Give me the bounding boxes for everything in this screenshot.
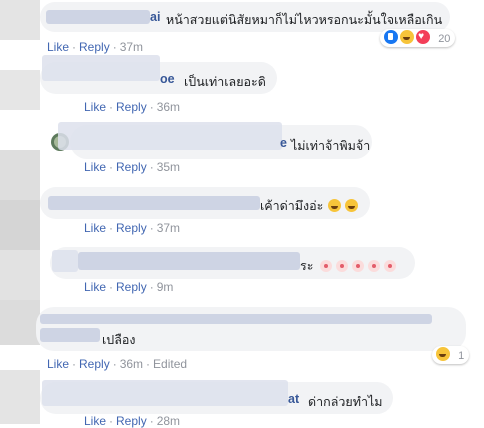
blurred-name [42, 55, 160, 81]
separator: · [109, 414, 114, 428]
separator: · [149, 414, 154, 428]
comment-text: เค้าด่ามึงอ่ะ [260, 196, 359, 216]
comment-text-body: เค้าด่ามึงอ่ะ [260, 199, 324, 213]
blurred-name [48, 196, 260, 210]
sakura-emoji-icon [384, 260, 397, 272]
like-link[interactable]: Like [84, 280, 106, 294]
blurred-name [78, 252, 300, 270]
separator: · [72, 40, 77, 54]
separator: · [112, 357, 117, 371]
timestamp[interactable]: 36m [120, 357, 143, 371]
reply-link[interactable]: Reply [116, 160, 147, 174]
reply-link[interactable]: Reply [116, 221, 147, 235]
comment-text-body: ระ [300, 259, 314, 273]
comment-text: หน้าสวยแต่นิสัยหมาก็ไม่ไหวหรอกนะมั้นใจเห… [166, 13, 443, 27]
blurred-name [46, 10, 150, 24]
comment-text: ระ [300, 256, 400, 276]
comment-actions: Like · Reply · 37m [84, 221, 180, 235]
reply-link[interactable]: Reply [116, 414, 147, 428]
separator: · [109, 221, 114, 235]
comment-actions: Like · Reply · 37m [47, 40, 143, 54]
avatar-strip [0, 0, 40, 424]
separator: · [109, 100, 114, 114]
separator: · [109, 280, 114, 294]
separator: · [149, 280, 154, 294]
separator: · [149, 221, 154, 235]
reply-link[interactable]: Reply [116, 100, 147, 114]
like-reaction-icon [383, 29, 399, 45]
like-link[interactable]: Like [47, 40, 69, 54]
like-link[interactable]: Like [47, 357, 69, 371]
like-link[interactable]: Like [84, 221, 106, 235]
sakura-emoji-icon [352, 260, 365, 272]
reaction-summary[interactable]: 20 [380, 28, 456, 47]
haha-reaction-icon [399, 29, 416, 45]
sakura-emoji-icon [368, 260, 381, 272]
separator: · [146, 357, 151, 371]
rofl-emoji-icon [327, 199, 341, 212]
separator: · [149, 100, 154, 114]
commenter-name[interactable]: at [288, 392, 299, 406]
reaction-summary[interactable]: 1 [432, 346, 470, 364]
haha-reaction-icon [435, 346, 451, 362]
timestamp[interactable]: 28m [157, 414, 180, 428]
separator: · [72, 357, 77, 371]
edited-label: Edited [153, 357, 188, 371]
comment-text: เป็นเท่าเลยอะดิ [184, 75, 266, 89]
timestamp[interactable]: 9m [157, 280, 174, 294]
commenter-name[interactable]: ai [150, 10, 160, 24]
blurred-name [40, 314, 432, 324]
timestamp[interactable]: 37m [157, 221, 180, 235]
reaction-count: 20 [438, 33, 451, 45]
timestamp[interactable]: 37m [120, 40, 143, 54]
timestamp[interactable]: 36m [157, 100, 180, 114]
love-reaction-icon [415, 28, 432, 46]
commenter-name[interactable]: e [280, 136, 287, 150]
like-link[interactable]: Like [84, 100, 106, 114]
blurred-name [42, 380, 288, 406]
reply-link[interactable]: Reply [116, 280, 147, 294]
reply-link[interactable]: Reply [79, 40, 110, 54]
timestamp[interactable]: 35m [157, 160, 180, 174]
reaction-count: 1 [458, 350, 465, 362]
separator: · [112, 40, 117, 54]
blurred-name [40, 328, 100, 342]
comment-text: เปลือง [102, 333, 136, 347]
comment-actions: Like · Reply · 36m [84, 100, 180, 114]
separator: · [149, 160, 154, 174]
comment-text: ไม่เท่าจ้าพิมจ้า [291, 139, 371, 153]
blurred-name [58, 122, 282, 150]
like-link[interactable]: Like [84, 160, 106, 174]
comment-text: ด่ากล่วยทำไม [308, 395, 383, 409]
sakura-emoji-icon [320, 260, 333, 272]
commenter-name[interactable]: oe [160, 72, 175, 86]
comment-actions: Like · Reply · 28m [84, 414, 180, 428]
comment-actions: Like · Reply · 9m [84, 280, 173, 294]
rofl-emoji-icon [345, 199, 359, 212]
blurred-name [52, 250, 78, 272]
separator: · [109, 160, 114, 174]
like-link[interactable]: Like [84, 414, 106, 428]
comment-actions: Like · Reply · 35m [84, 160, 180, 174]
reply-link[interactable]: Reply [79, 357, 110, 371]
comment-actions: Like · Reply · 36m · Edited [47, 357, 187, 371]
sakura-emoji-icon [336, 260, 349, 272]
